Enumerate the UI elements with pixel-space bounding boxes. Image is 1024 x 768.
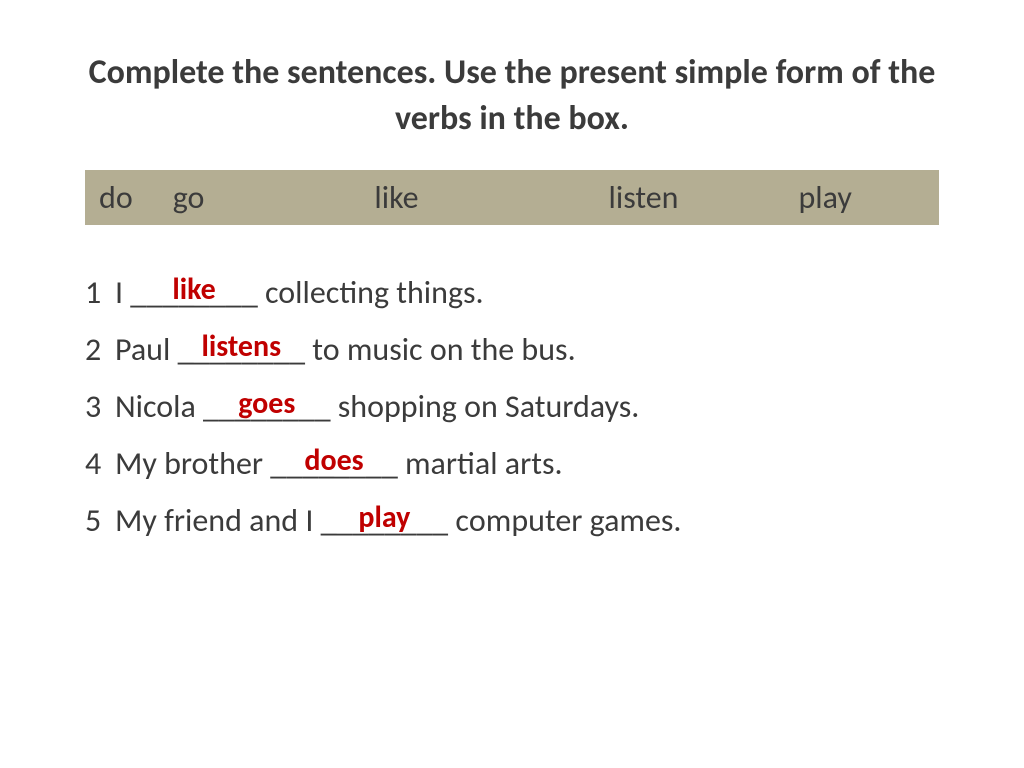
fill-blank[interactable]: ________listens: [178, 330, 306, 369]
sentence-before: I: [115, 273, 130, 312]
sentence-number: 5: [85, 501, 115, 540]
sentence-number: 2: [85, 330, 115, 369]
sentence-after: to music on the bus.: [305, 330, 576, 369]
sentence-before: My brother: [115, 444, 270, 483]
sentence-after: shopping on Saturdays.: [331, 387, 640, 426]
sentence-before: Nicola: [115, 387, 203, 426]
sentence-before: My friend and I: [115, 501, 321, 540]
sentence-row: 1 I ________like collecting things.: [85, 273, 939, 312]
sentence-row: 3 Nicola ________goes shopping on Saturd…: [85, 387, 939, 426]
sentence-number: 3: [85, 387, 115, 426]
wordbox-go: go: [173, 178, 205, 217]
wordbox-listen: listen: [609, 178, 679, 217]
answer-does: does: [304, 442, 363, 479]
wordbox-play: play: [798, 178, 851, 217]
sentence-row: 5 My friend and I ________play сomputer …: [85, 501, 939, 540]
sentence-row: 4 My brother ________does martial arts.: [85, 444, 939, 483]
exercise-title: Complete the sentences. Use the present …: [85, 50, 939, 142]
answer-listens: listens: [202, 328, 282, 365]
answer-goes: goes: [238, 385, 295, 422]
sentence-after: martial arts.: [398, 444, 563, 483]
fill-blank[interactable]: ________play: [321, 501, 449, 540]
answer-like: like: [172, 271, 215, 308]
fill-blank[interactable]: ________does: [270, 444, 398, 483]
sentence-text: My friend and I ________play сomputer ga…: [115, 501, 682, 540]
fill-blank[interactable]: ________goes: [203, 387, 331, 426]
wordbox-do: do: [99, 178, 133, 217]
sentence-text: Nicola ________goes shopping on Saturday…: [115, 387, 639, 426]
sentence-list: 1 I ________like collecting things. 2 Pa…: [85, 273, 939, 540]
sentence-text: I ________like collecting things.: [115, 273, 484, 312]
sentence-before: Paul: [115, 330, 178, 369]
sentence-number: 4: [85, 444, 115, 483]
answer-play: play: [358, 499, 410, 536]
sentence-text: My brother ________does martial arts.: [115, 444, 563, 483]
wordbox-like: like: [374, 178, 418, 217]
sentence-number: 1: [85, 273, 115, 312]
fill-blank[interactable]: ________like: [130, 273, 258, 312]
verb-word-box: do go like listen play: [85, 170, 939, 225]
sentence-after: сomputer games.: [448, 501, 681, 540]
sentence-text: Paul ________listens to music on the bus…: [115, 330, 576, 369]
sentence-after: collecting things.: [258, 273, 484, 312]
sentence-row: 2 Paul ________listens to music on the b…: [85, 330, 939, 369]
